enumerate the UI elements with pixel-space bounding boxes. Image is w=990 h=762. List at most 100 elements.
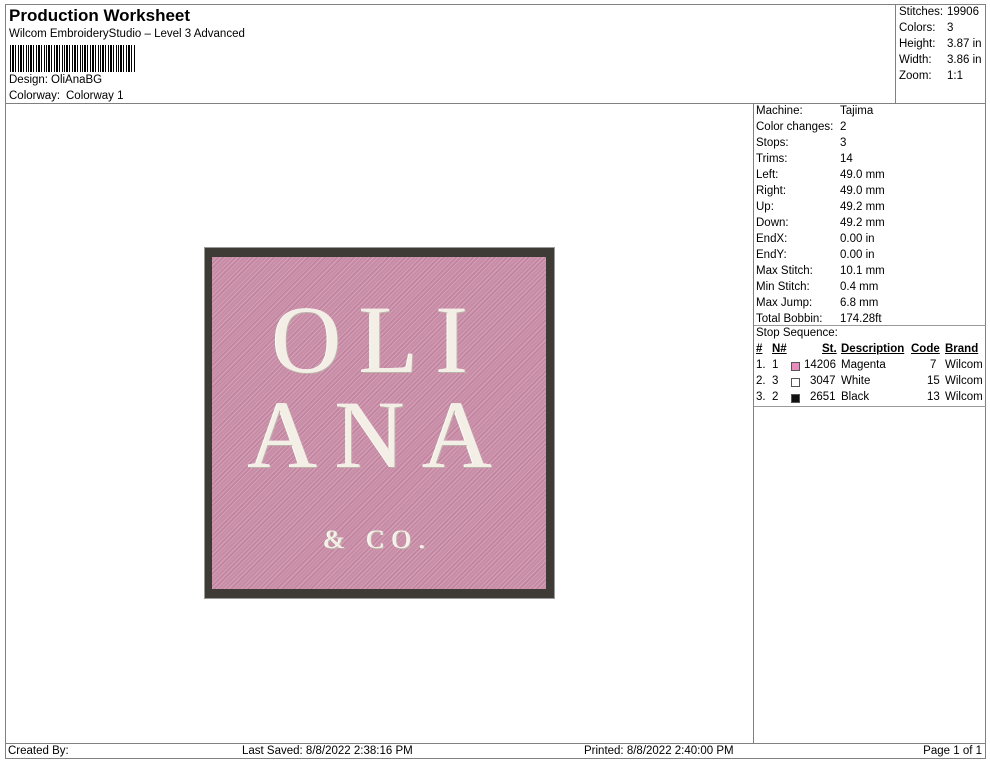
spec-value: 0.00 in [840, 249, 875, 261]
worksheet-header: Production Worksheet Wilcom EmbroiderySt… [5, 4, 896, 104]
stop-needle: 2 [772, 391, 779, 403]
printed-date: Printed: 8/8/2022 2:40:00 PM [584, 745, 734, 757]
stop-description: Black [841, 391, 870, 403]
spec-row: Min Stitch: 0.4 mm [756, 281, 878, 293]
colors-value: 3 [947, 22, 954, 34]
design-label: Design: [9, 74, 48, 86]
spec-row: Left: 49.0 mm [756, 169, 885, 181]
spec-row: Machine: Tajima [756, 105, 873, 117]
last-saved: Last Saved: 8/8/2022 2:38:16 PM [242, 745, 413, 757]
machine-specs-panel: Machine: Tajima Color changes: 2 Stops: 3 T… [753, 103, 986, 744]
stop-num: 3. [756, 391, 766, 403]
worksheet-title: Production Worksheet [9, 6, 191, 25]
spec-row: Total Bobbin: 174.28ft [756, 313, 882, 325]
stop-needle: 1 [772, 359, 779, 371]
stop-code: 13 [927, 391, 940, 403]
spec-value: 0.00 in [840, 233, 875, 245]
spec-row: Down: 49.2 mm [756, 217, 885, 229]
spec-value: 49.2 mm [840, 201, 885, 213]
spec-label: Trims: [756, 153, 788, 165]
col-brand: Brand [945, 343, 979, 355]
stop-num: 2. [756, 375, 766, 387]
stitches-value: 19906 [947, 6, 979, 18]
width-label: Width: [899, 54, 932, 66]
stop-description: White [841, 375, 871, 387]
height-row: Height: 3.87 in [899, 38, 982, 50]
col-stitches: St. [822, 343, 837, 355]
spec-row: Max Stitch: 10.1 mm [756, 265, 885, 277]
width-value: 3.86 in [947, 54, 982, 66]
spec-label: Stops: [756, 137, 789, 149]
stop-brand: Wilcom [945, 359, 983, 371]
spec-row: Trims: 14 [756, 153, 853, 165]
spec-label: EndX: [756, 233, 788, 245]
stitches-row: Stitches: 19906 [899, 6, 979, 18]
zoom-label: Zoom: [899, 70, 932, 82]
stop-num: 1. [756, 359, 766, 371]
spec-value: 0.4 mm [840, 281, 879, 293]
col-description: Description [841, 343, 905, 355]
design-value: OliAnaBG [51, 74, 103, 86]
spec-row: Up: 49.2 mm [756, 201, 885, 213]
zoom-row: Zoom: 1:1 [899, 70, 963, 82]
spec-label: Max Jump: [756, 297, 813, 309]
spec-value: 3 [840, 137, 847, 149]
spec-value: 6.8 mm [840, 297, 879, 309]
stop-description: Magenta [841, 359, 886, 371]
stop-code: 7 [930, 359, 937, 371]
zoom-value: 1:1 [947, 70, 963, 82]
worksheet-footer: Created By: Last Saved: 8/8/2022 2:38:16… [5, 743, 986, 759]
color-swatch [791, 378, 800, 387]
design-text-line2: ANA [248, 381, 510, 488]
embroidery-patch: OLI ANA & CO. [205, 248, 554, 598]
design-text-line1: OLI [272, 286, 486, 393]
stitches-label: Stitches: [899, 6, 944, 18]
colorway-label: Colorway: [9, 90, 61, 102]
stop-needle: 3 [772, 375, 779, 387]
spec-label: Down: [756, 217, 789, 229]
colors-row: Colors: 3 [899, 22, 953, 34]
barcode [10, 45, 136, 72]
stop-brand: Wilcom [945, 391, 983, 403]
spec-value: 49.0 mm [840, 185, 885, 197]
spec-row: Color changes: 2 [756, 121, 846, 133]
col-num: # [756, 343, 763, 355]
spec-value: 14 [840, 153, 853, 165]
spec-label: Up: [756, 201, 774, 213]
spec-value: 49.0 mm [840, 169, 885, 181]
color-swatch [791, 362, 800, 371]
spec-value: 174.28ft [840, 313, 882, 325]
patch-fill: OLI ANA & CO. [212, 257, 546, 589]
colorway-value: Colorway 1 [66, 90, 124, 102]
stop-stitches: 2651 [810, 391, 836, 403]
spec-label: Min Stitch: [756, 281, 810, 293]
page-number: Page 1 of 1 [923, 745, 982, 757]
spec-value: Tajima [840, 105, 874, 117]
spec-label: Left: [756, 169, 779, 181]
spec-row: Right: 49.0 mm [756, 185, 885, 197]
spec-label: Total Bobbin: [756, 313, 823, 325]
spec-value: 2 [840, 121, 847, 133]
stop-sequence-header: # N# St. Description Code Brand [754, 343, 986, 359]
stop-row: 3. 2 2651 Black 13 Wilcom [754, 391, 986, 407]
summary-panel: Stitches: 19906 Colors: 3 Height: 3.87 in W… [895, 4, 986, 104]
spec-row: Max Jump: 6.8 mm [756, 297, 878, 309]
created-by: Created By: [8, 745, 69, 757]
spec-row: Stops: 3 [756, 137, 846, 149]
spec-value: 49.2 mm [840, 217, 885, 229]
spec-label: EndY: [756, 249, 787, 261]
divider [754, 325, 986, 326]
spec-label: Color changes: [756, 121, 834, 133]
stop-brand: Wilcom [945, 375, 983, 387]
design-text-line3: & CO. [324, 525, 434, 554]
stop-row: 2. 3 3047 White 15 Wilcom [754, 375, 986, 391]
divider [754, 406, 986, 407]
stop-stitches: 3047 [810, 375, 836, 387]
spec-row: EndY: 0.00 in [756, 249, 875, 261]
spec-label: Right: [756, 185, 787, 197]
width-row: Width: 3.86 in [899, 54, 982, 66]
spec-value: 10.1 mm [840, 265, 885, 277]
height-value: 3.87 in [947, 38, 982, 50]
spec-row: EndX: 0.00 in [756, 233, 875, 245]
spec-label: Max Stitch: [756, 265, 813, 277]
